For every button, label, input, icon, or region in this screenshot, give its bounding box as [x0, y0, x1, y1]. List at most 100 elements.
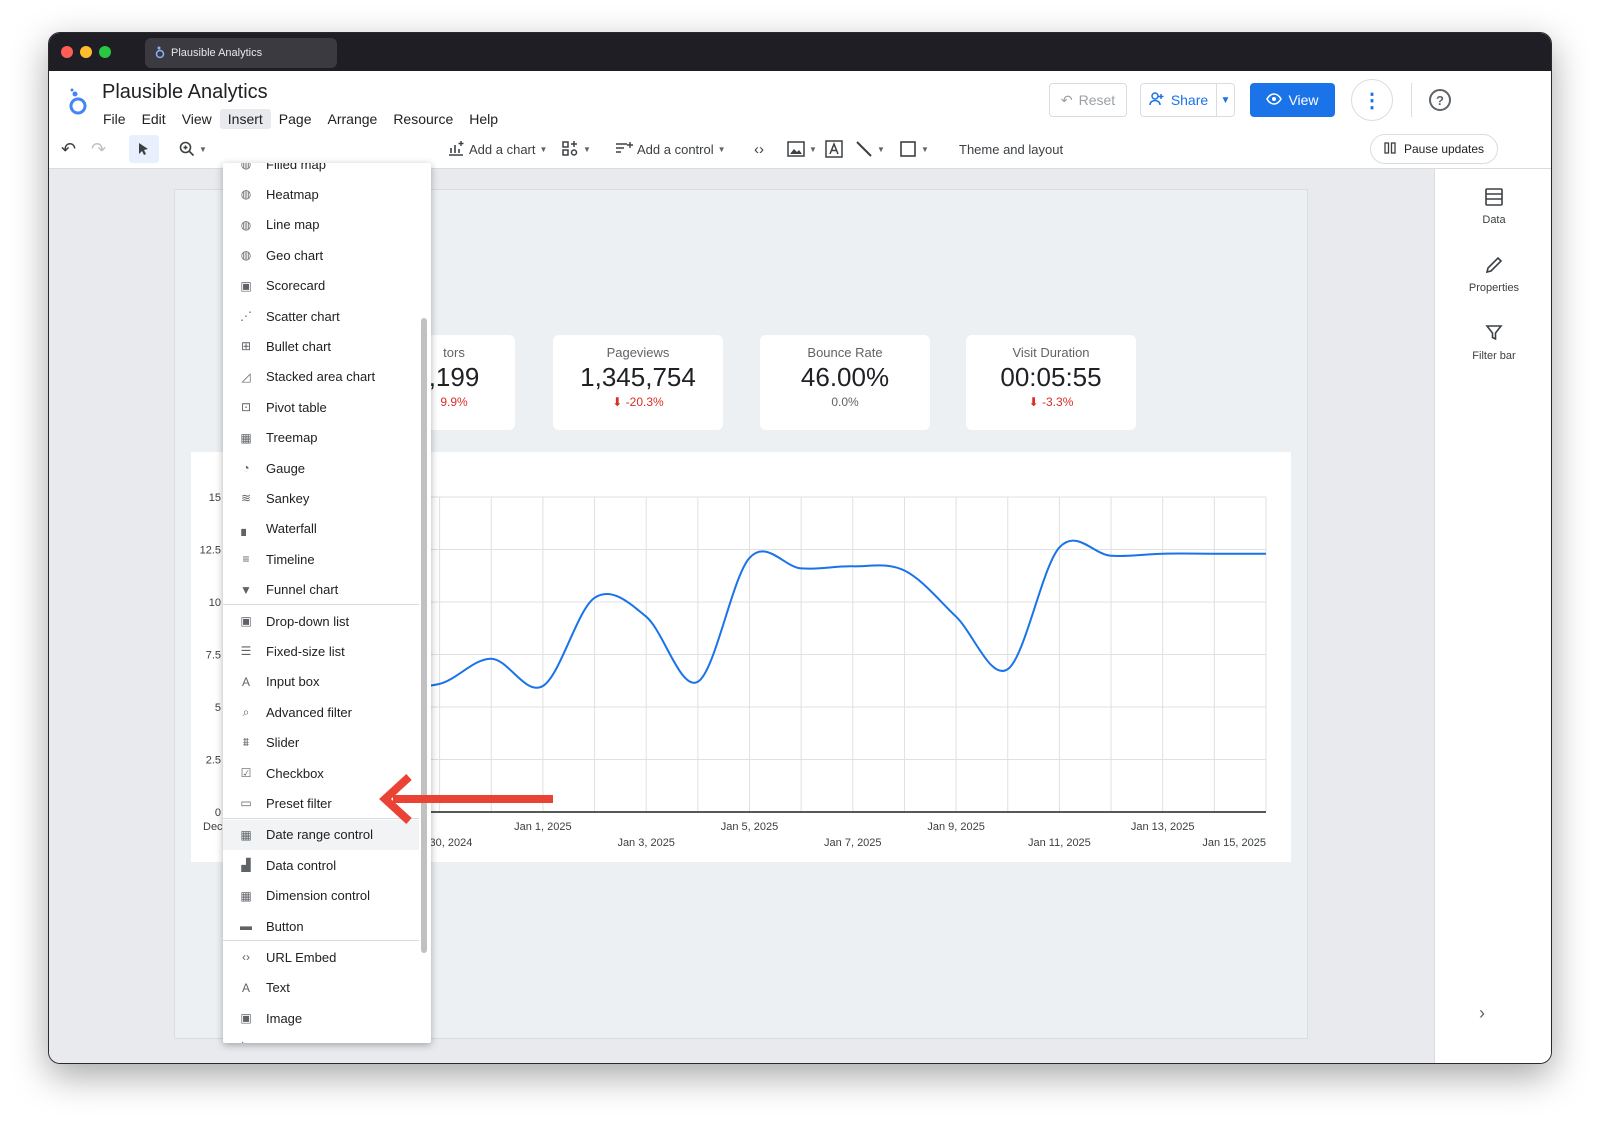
select-cursor-icon[interactable]: [129, 135, 159, 163]
data-panel-button[interactable]: Data: [1435, 187, 1551, 226]
menu-arrange[interactable]: Arrange: [320, 109, 386, 129]
filter-icon: [1435, 323, 1551, 346]
reset-button[interactable]: ↶ Reset: [1049, 83, 1127, 117]
looker-logo-icon: [155, 45, 165, 62]
menu-divider: [223, 940, 419, 942]
menu-file[interactable]: File: [95, 109, 134, 129]
pause-updates-button[interactable]: Pause updates: [1370, 134, 1498, 164]
more-options-icon[interactable]: ⋮: [1351, 79, 1393, 121]
x-tick-label: Jan 11, 2025: [1028, 837, 1091, 849]
insert-menu-item-pivot-table[interactable]: ⊡ Pivot table: [223, 392, 419, 422]
y-tick-label: 12.5: [200, 545, 221, 557]
x-tick-label: Jan 3, 2025: [617, 837, 675, 849]
insert-menu-item-label: Scatter chart: [266, 308, 340, 324]
insert-menu-item-url-embed[interactable]: ‹› URL Embed: [223, 942, 419, 972]
pencil-icon: [1435, 255, 1551, 278]
properties-panel-button[interactable]: Properties: [1435, 255, 1551, 294]
insert-menu-item-gauge[interactable]: ◔ Gauge: [223, 453, 419, 483]
browser-tab[interactable]: Plausible Analytics: [145, 38, 337, 68]
view-button[interactable]: View: [1250, 83, 1335, 117]
text-box-icon[interactable]: [825, 135, 843, 163]
help-icon[interactable]: ?: [1429, 89, 1451, 111]
menu-help[interactable]: Help: [461, 109, 506, 129]
share-button[interactable]: Share ▼: [1140, 83, 1235, 117]
line-tool-icon[interactable]: ▼: [855, 135, 885, 163]
insert-menu-item-scatter-chart[interactable]: ⋰ Scatter chart: [223, 301, 419, 331]
insert-menu-item-label: Dimension control: [266, 888, 371, 904]
insert-menu-item-label: Line map: [266, 217, 320, 233]
insert-menu-item-line[interactable]: ╲ Line: [223, 1034, 419, 1043]
add-control-button[interactable]: Add a control ▼: [615, 135, 726, 163]
insert-menu-item-sankey[interactable]: ≋ Sankey: [223, 483, 419, 513]
insert-menu-item-treemap[interactable]: ▦ Treemap: [223, 423, 419, 453]
share-dropdown-caret-icon[interactable]: ▼: [1216, 84, 1234, 116]
insert-menu-item-bullet-chart[interactable]: ⊞ Bullet chart: [223, 331, 419, 361]
zoom-icon[interactable]: ▼: [179, 135, 207, 163]
insert-menu-item-filled-map[interactable]: ◍ Filled map: [223, 163, 419, 179]
reset-label: Reset: [1078, 92, 1116, 108]
insert-menu-item-label: Sankey: [266, 490, 310, 506]
insert-menu-item-line-map[interactable]: ◍ Line map: [223, 210, 419, 240]
insert-menu-item-timeline[interactable]: ≡ Timeline: [223, 544, 419, 574]
y-tick-label: 0: [215, 807, 221, 819]
insert-menu-item-button[interactable]: ▬ Button: [223, 911, 419, 941]
insert-menu-item-label: Checkbox: [266, 765, 324, 781]
theme-and-layout-button[interactable]: Theme and layout: [959, 135, 1063, 163]
x-tick-label: Jan 5, 2025: [721, 821, 779, 833]
insert-menu-item-text[interactable]: A Text: [223, 973, 419, 1003]
menu-page[interactable]: Page: [271, 109, 320, 129]
insert-menu-item-slider[interactable]: ⩩ Slider: [223, 728, 419, 758]
filter-bar-button[interactable]: Filter bar: [1435, 323, 1551, 362]
dropdown-list-icon: ▣: [240, 614, 252, 628]
zoom-window-button[interactable]: [99, 46, 111, 58]
insert-menu-item-label: Input box: [266, 674, 320, 690]
insert-menu-item-drop-down-list[interactable]: ▣ Drop-down list: [223, 606, 419, 636]
insert-menu-item-label: Image: [266, 1010, 303, 1026]
menu-bar: File Edit View Insert Page Arrange Resou…: [95, 109, 506, 129]
insert-menu-item-funnel-chart[interactable]: ▼ Funnel chart: [223, 575, 419, 605]
insert-menu-item-label: Gauge: [266, 460, 306, 476]
menu-resource[interactable]: Resource: [385, 109, 461, 129]
insert-menu-item-label: Line: [266, 1041, 291, 1043]
menu-scrollbar[interactable]: [421, 318, 427, 953]
scorecard-label: Visit Duration: [1012, 345, 1090, 360]
insert-menu-item-fixed-size-list[interactable]: ☰ Fixed-size list: [223, 636, 419, 666]
minimize-window-button[interactable]: [80, 46, 92, 58]
scorecard-bounce-rate[interactable]: Bounce Rate 46.00% 0.0%: [760, 335, 930, 430]
insert-menu-item-advanced-filter[interactable]: ⌕ Advanced filter: [223, 697, 419, 727]
looker-studio-logo-icon[interactable]: [67, 87, 89, 117]
insert-menu-item-image[interactable]: ▣ Image: [223, 1003, 419, 1033]
url-embed-icon[interactable]: ‹›: [754, 135, 764, 163]
down-arrow-icon: ⬇: [612, 395, 626, 409]
menu-insert[interactable]: Insert: [219, 109, 271, 129]
add-chart-button[interactable]: Add a chart ▼: [447, 135, 547, 163]
close-window-button[interactable]: [61, 46, 73, 58]
menu-view[interactable]: View: [174, 109, 220, 129]
insert-menu-item-waterfall[interactable]: ▖ Waterfall: [223, 514, 419, 544]
insert-menu-item-scorecard[interactable]: ▣ Scorecard: [223, 271, 419, 301]
bullet-chart-icon: ⊞: [240, 339, 252, 354]
insert-menu-item-dimension-control[interactable]: ▦ Dimension control: [223, 881, 419, 911]
chevron-right-icon[interactable]: ›: [1479, 1003, 1485, 1024]
undo-icon[interactable]: ↶: [61, 135, 76, 163]
scorecard-pageviews[interactable]: Pageviews 1,345,754 ⬇ -20.3%: [553, 335, 723, 430]
insert-menu-item-label: Funnel chart: [266, 582, 339, 598]
calendar-icon: ▦: [240, 827, 252, 842]
scorecard-visit-duration[interactable]: Visit Duration 00:05:55 ⬇ -3.3%: [966, 335, 1136, 430]
report-title[interactable]: Plausible Analytics: [102, 81, 268, 104]
insert-menu-item-heatmap[interactable]: ◍ Heatmap: [223, 179, 419, 209]
app-header: Plausible Analytics File Edit View Inser…: [49, 71, 1551, 129]
stacked-area-chart-icon: ◿: [241, 369, 251, 384]
community-visualizations-icon[interactable]: ▼: [561, 135, 591, 163]
insert-menu-item-input-box[interactable]: A Input box: [223, 667, 419, 697]
treemap-icon: ▦: [240, 430, 252, 445]
insert-menu-item-stacked-area-chart[interactable]: ◿ Stacked area chart: [223, 362, 419, 392]
insert-menu-item-geo-chart[interactable]: ◍ Geo chart: [223, 240, 419, 270]
image-icon[interactable]: ▼: [787, 135, 817, 163]
line-icon: ╲: [238, 1042, 254, 1043]
shape-icon[interactable]: ▼: [899, 135, 929, 163]
menu-edit[interactable]: Edit: [134, 109, 174, 129]
url-embed-icon: ‹›: [242, 950, 250, 965]
redo-icon[interactable]: ↷: [91, 135, 106, 163]
insert-menu-item-data-control[interactable]: ▟ Data control: [223, 850, 419, 880]
